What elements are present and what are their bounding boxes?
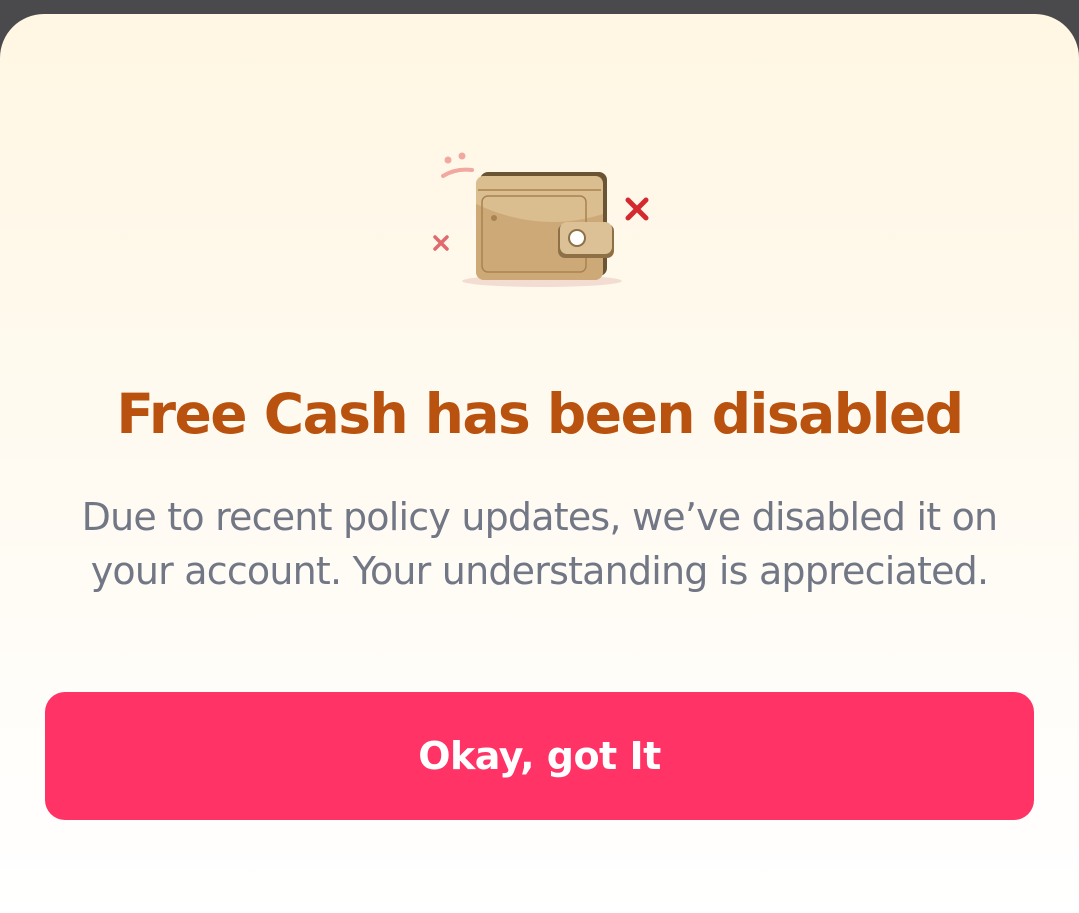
dialog-title: Free Cash has been disabled xyxy=(116,382,964,446)
wallet-disabled-icon xyxy=(433,152,649,287)
dialog-message: Due to recent policy updates, we’ve disa… xyxy=(81,495,999,593)
okay-got-it-button[interactable]: Okay, got It xyxy=(45,692,1034,820)
free-cash-disabled-sheet: Free Cash has been disabled Due to recen… xyxy=(0,14,1079,913)
